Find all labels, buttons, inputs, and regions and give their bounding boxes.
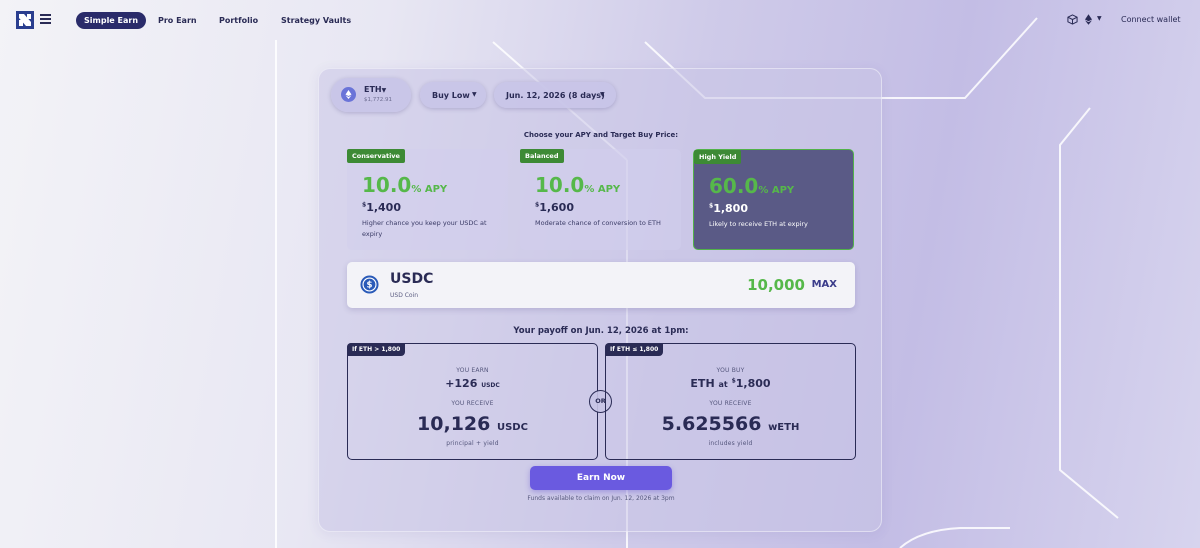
option-target-price: 1,600 [539, 201, 574, 214]
nav-strategy-vaults[interactable]: Strategy Vaults [281, 16, 351, 25]
receive-label: YOU RECEIVE [451, 400, 494, 407]
receive-label: YOU RECEIVE [709, 400, 752, 407]
asset-price: $1,772.91 [364, 97, 392, 103]
payoff-title: Your payoff on Jun. 12, 2026 at 1pm: [513, 326, 689, 336]
eth-icon [341, 87, 356, 102]
earn-value: +126 [445, 377, 478, 390]
payoff-scenario-down: If ETH ≤ 1,800 YOU BUY ETH at $1,800 YOU… [605, 343, 856, 460]
strategy-label: Buy Low [432, 91, 470, 100]
buy-at: at [718, 380, 728, 389]
nav-portfolio[interactable]: Portfolio [219, 16, 258, 25]
option-apy-suffix: % APY [584, 184, 621, 195]
scenario-tag: If ETH ≤ 1,800 [605, 343, 664, 356]
expiry-caret-icon: ▼ [600, 91, 605, 98]
claim-note: Funds available to claim on Jun. 12, 202… [527, 495, 675, 502]
max-button[interactable]: MAX [812, 279, 837, 290]
earn-card: ETH▼ $1,772.91 Buy Low ▼ Jun. 12, 2026 (… [318, 68, 882, 532]
buy-price: 1,800 [735, 377, 771, 390]
buy-asset: ETH [690, 377, 715, 390]
ethereum-network-icon[interactable] [1085, 14, 1092, 25]
earn-label: YOU EARN [456, 367, 489, 374]
usdc-icon: $ [360, 275, 379, 294]
deposit-token-name: USD Coin [390, 292, 419, 299]
option-target-price: 1,400 [366, 201, 401, 214]
option-tag: Balanced [520, 149, 564, 163]
option-description: Moderate chance of conversion to ETH [535, 219, 661, 227]
asset-selector[interactable]: ETH▼ $1,772.91 [331, 78, 411, 112]
expiry-selector[interactable]: Jun. 12, 2026 (8 days) ▼ [494, 82, 616, 108]
expiry-label: Jun. 12, 2026 (8 days) [506, 91, 605, 100]
nav-pro-earn[interactable]: Pro Earn [158, 16, 197, 25]
option-conservative[interactable]: Conservative 10.0% APY $1,400 Higher cha… [347, 149, 508, 250]
choose-apy-label: Choose your APY and Target Buy Price: [523, 131, 679, 139]
deposit-input-box[interactable]: $ USDC USD Coin 10,000 MAX [347, 262, 855, 308]
receive-value: 10,126 [417, 413, 491, 435]
nav-simple-earn[interactable]: Simple Earn [76, 12, 147, 29]
earn-now-button[interactable]: Earn Now [530, 466, 672, 490]
option-high-yield[interactable]: High Yield 60.0% APY $1,800 Likely to re… [693, 149, 854, 250]
buy-label: YOU BUY [716, 367, 745, 374]
option-description: Higher chance you keep your USDC at expi… [362, 219, 487, 238]
option-tag: High Yield [694, 150, 742, 164]
connect-wallet-button[interactable]: Connect wallet [1121, 15, 1181, 24]
deposit-amount-input[interactable]: 10,000 [747, 276, 805, 294]
top-nav-bar: Simple Earn Pro Earn Portfolio Strategy … [0, 0, 1200, 40]
payoff-scenario-up: If ETH > 1,800 YOU EARN +126 USDC YOU RE… [347, 343, 598, 460]
option-apy-suffix: % APY [411, 184, 448, 195]
receive-value: 5.625566 [661, 413, 762, 435]
receive-note: principal + yield [446, 440, 499, 447]
logo-icon[interactable] [16, 11, 34, 29]
option-apy: 10.0 [362, 173, 412, 197]
deposit-token-symbol: USDC [390, 271, 434, 287]
option-target-price: 1,800 [713, 202, 748, 215]
strategy-selector[interactable]: Buy Low ▼ [420, 82, 486, 108]
cube-icon[interactable] [1067, 14, 1078, 25]
option-description: Likely to receive ETH at expiry [709, 220, 808, 228]
receive-unit: wETH [768, 422, 800, 433]
option-apy-suffix: % APY [758, 185, 795, 196]
network-chevron-icon[interactable]: ▼ [1097, 15, 1102, 22]
option-apy: 10.0 [535, 173, 585, 197]
svg-text:$: $ [367, 281, 373, 291]
option-balanced[interactable]: Balanced 10.0% APY $1,600 Moderate chanc… [520, 149, 681, 250]
asset-symbol: ETH [364, 85, 382, 94]
earn-unit: USDC [481, 382, 500, 389]
strategy-caret-icon: ▼ [472, 91, 477, 98]
scenario-tag: If ETH > 1,800 [347, 343, 406, 356]
asset-caret-icon: ▼ [381, 87, 387, 94]
receive-unit: USDC [496, 422, 528, 433]
option-apy: 60.0 [709, 174, 759, 198]
receive-note: includes yield [708, 440, 753, 447]
hamburger-menu-icon[interactable] [40, 14, 51, 24]
option-tag: Conservative [347, 149, 405, 163]
